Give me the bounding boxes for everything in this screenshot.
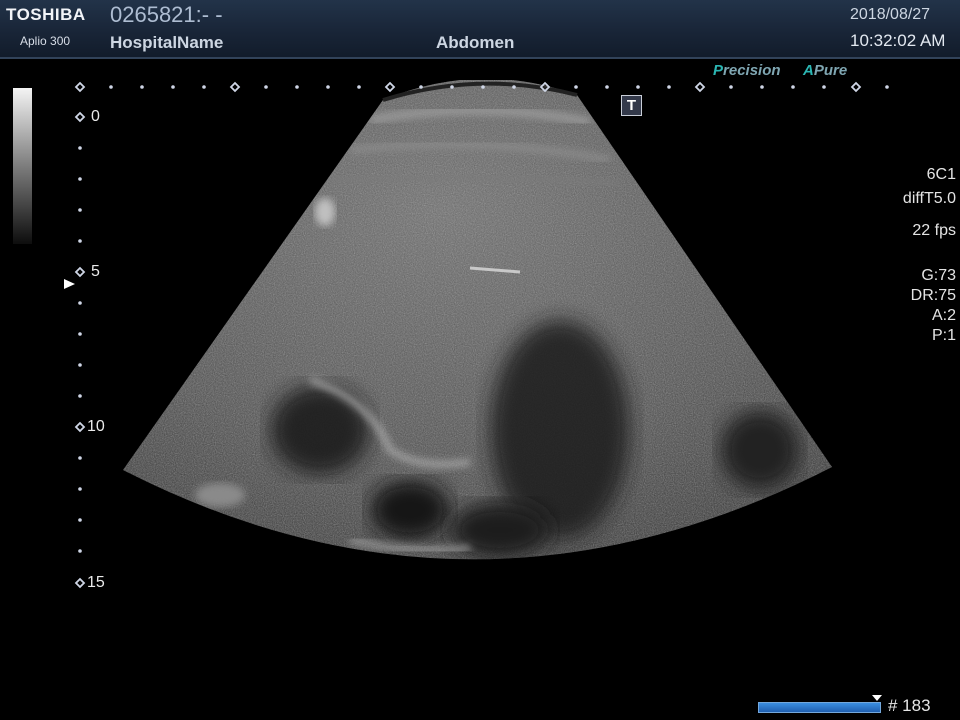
transducer-marker-icon: T	[621, 95, 642, 116]
focus-marker-icon[interactable]	[64, 279, 75, 289]
depth-ruler	[64, 81, 889, 589]
depth-label-10: 10	[87, 418, 105, 435]
depth-label-15: 15	[87, 574, 105, 591]
depth-label-5: 5	[91, 263, 100, 280]
frame-counter: # 183	[888, 696, 931, 715]
gain-value: G:73	[921, 267, 956, 284]
depth-label-0: 0	[91, 108, 100, 125]
cine-bar[interactable]	[758, 702, 881, 713]
a-value: A:2	[931, 307, 956, 324]
dynamic-range-value: DR:75	[910, 287, 956, 304]
p-value: P:1	[931, 327, 956, 344]
cine-position-marker-icon[interactable]	[871, 694, 883, 702]
harmonic-label: diffT5.0	[902, 190, 956, 207]
frame-rate: 22 fps	[912, 222, 956, 239]
probe-label: 6C1	[926, 166, 956, 183]
